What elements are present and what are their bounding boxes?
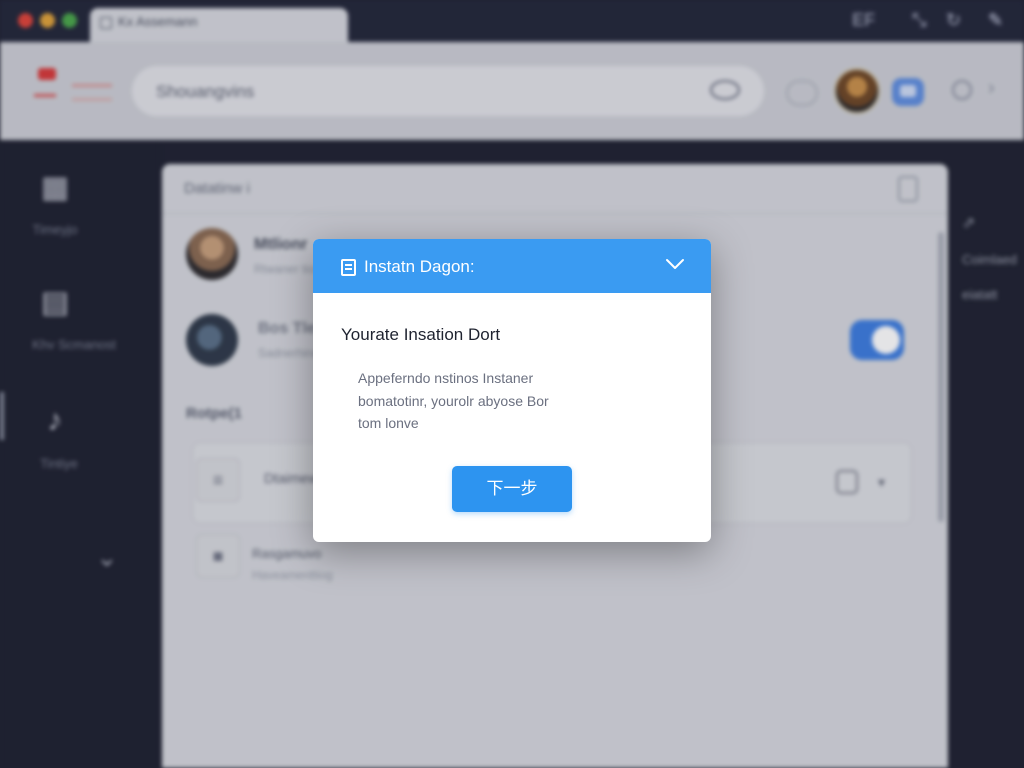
dialog-body: Appeferndo nstinos Instaner bomatotinr, … <box>358 367 598 435</box>
chevron-down-icon[interactable] <box>664 253 686 275</box>
dialog-heading: Yourate Insation Dort <box>341 325 501 344</box>
dialog-title: Instatn Dagon: <box>364 257 475 276</box>
document-icon <box>341 259 356 276</box>
install-dialog: Instatn Dagon: Yourate Insation Dort App… <box>313 239 711 542</box>
dialog-body-line: tom lonve <box>358 415 419 431</box>
dialog-body-line: Appeferndo nstinos Instaner <box>358 370 534 386</box>
dialog-body-line: bomatotinr, yourolr abyose Bor <box>358 392 549 409</box>
dialog-header: Instatn Dagon: <box>313 239 711 293</box>
next-step-button[interactable]: 下一步 <box>452 466 572 512</box>
